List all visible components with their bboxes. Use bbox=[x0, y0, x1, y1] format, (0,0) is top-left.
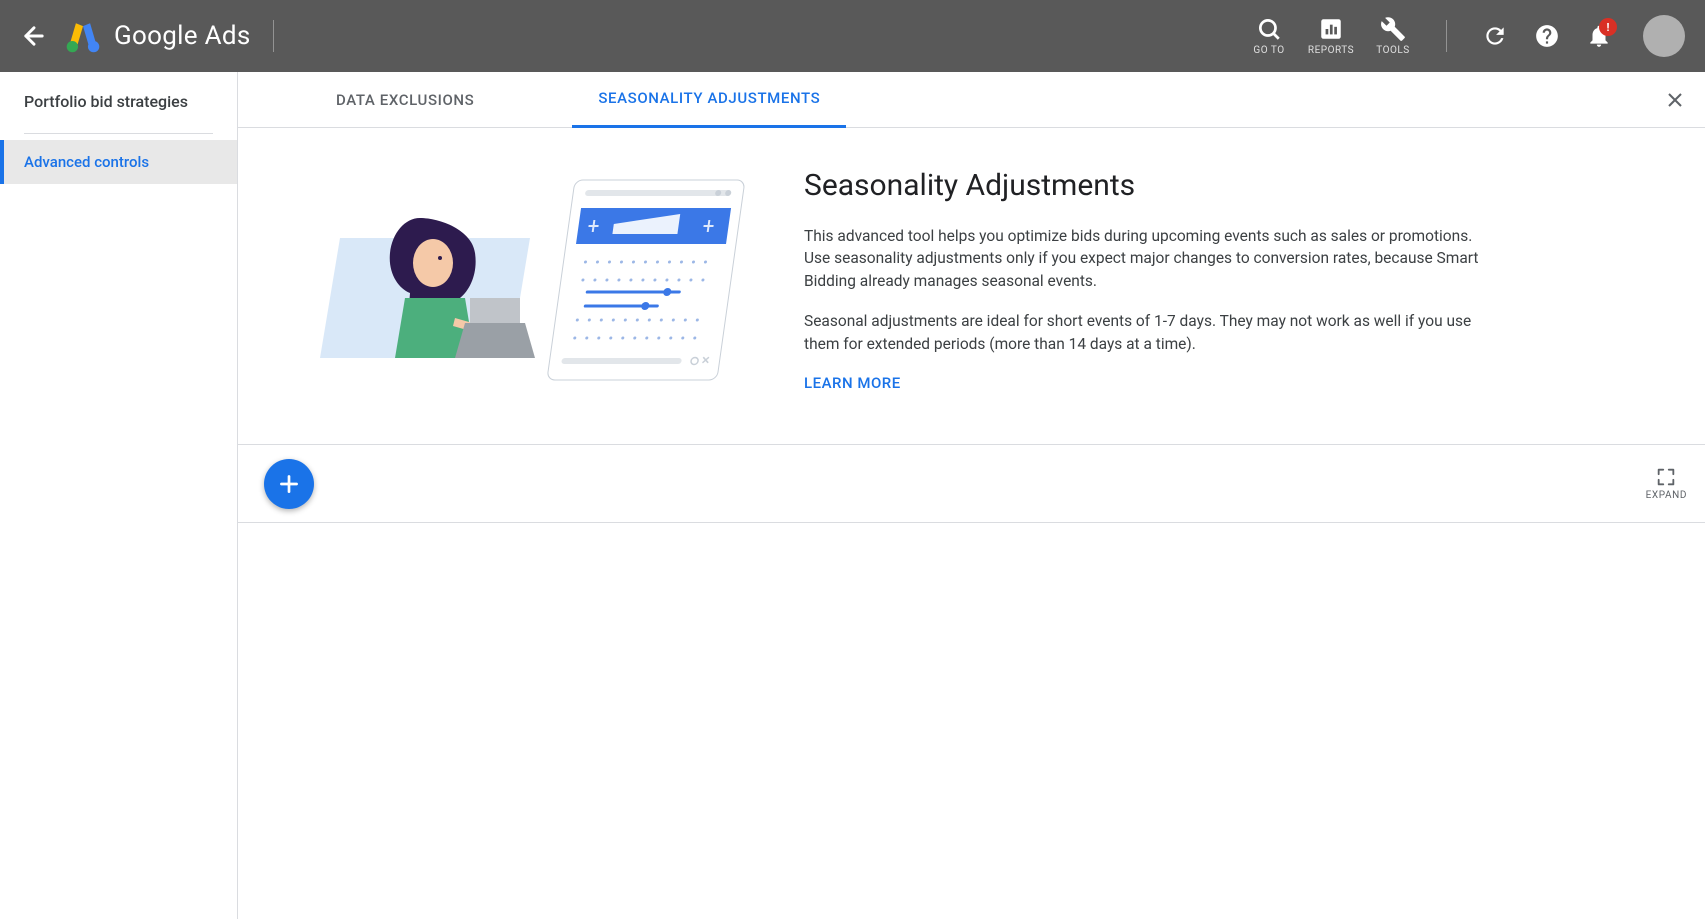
hero-paragraph-2: Seasonal adjustments are ideal for short… bbox=[804, 310, 1484, 355]
notifications-button[interactable]: ! bbox=[1577, 14, 1621, 58]
refresh-button[interactable] bbox=[1473, 14, 1517, 58]
app-header: Google Ads GO TO REPORTS TOOLS ! bbox=[0, 0, 1705, 72]
logo-block: Google Ads bbox=[66, 19, 251, 53]
tab-label: SEASONALITY ADJUSTMENTS bbox=[598, 89, 820, 107]
notification-badge: ! bbox=[1599, 18, 1617, 36]
body: Portfolio bid strategies Advanced contro… bbox=[0, 72, 1705, 919]
product-name: Google Ads bbox=[114, 21, 251, 51]
tab-label: DATA EXCLUSIONS bbox=[336, 91, 474, 109]
search-icon bbox=[1256, 16, 1282, 42]
sidebar-divider bbox=[24, 133, 213, 134]
expand-icon bbox=[1655, 466, 1677, 488]
tools-label: TOOLS bbox=[1376, 45, 1409, 56]
account-avatar[interactable] bbox=[1643, 15, 1685, 57]
table-toolbar: EXPAND bbox=[238, 445, 1705, 523]
header-right: GO TO REPORTS TOOLS ! bbox=[1238, 14, 1685, 58]
hero-section: Seasonality Adjustments This advanced to… bbox=[238, 128, 1705, 445]
hero-text: Seasonality Adjustments This advanced to… bbox=[804, 168, 1484, 392]
expand-button[interactable]: EXPAND bbox=[1646, 466, 1687, 501]
goto-label: GO TO bbox=[1253, 45, 1284, 56]
help-icon bbox=[1534, 23, 1560, 49]
back-button[interactable] bbox=[20, 22, 48, 50]
learn-more-link[interactable]: LEARN MORE bbox=[804, 374, 901, 392]
header-divider-2 bbox=[1446, 20, 1447, 52]
tools-button[interactable]: TOOLS bbox=[1362, 16, 1424, 56]
sidebar-item-label: Advanced controls bbox=[24, 153, 149, 171]
sidebar-item-advanced-controls[interactable]: Advanced controls bbox=[0, 140, 237, 184]
add-button[interactable] bbox=[264, 459, 314, 509]
reports-button[interactable]: REPORTS bbox=[1300, 16, 1362, 56]
sidebar: Portfolio bid strategies Advanced contro… bbox=[0, 72, 238, 919]
goto-button[interactable]: GO TO bbox=[1238, 16, 1300, 56]
reports-label: REPORTS bbox=[1308, 45, 1354, 56]
hero-paragraph-1: This advanced tool helps you optimize bi… bbox=[804, 225, 1484, 292]
close-icon bbox=[1663, 88, 1687, 112]
help-button[interactable] bbox=[1525, 14, 1569, 58]
plus-icon bbox=[276, 471, 302, 497]
tab-data-exclusions[interactable]: DATA EXCLUSIONS bbox=[310, 72, 500, 128]
sidebar-title: Portfolio bid strategies bbox=[0, 92, 237, 133]
close-panel-button[interactable] bbox=[1663, 88, 1687, 112]
header-divider bbox=[273, 20, 274, 52]
tabs: DATA EXCLUSIONS SEASONALITY ADJUSTMENTS bbox=[238, 72, 1705, 128]
tab-seasonality-adjustments[interactable]: SEASONALITY ADJUSTMENTS bbox=[572, 72, 846, 128]
expand-label: EXPAND bbox=[1646, 490, 1687, 501]
main: DATA EXCLUSIONS SEASONALITY ADJUSTMENTS bbox=[238, 72, 1705, 919]
refresh-icon bbox=[1482, 23, 1508, 49]
hero-illustration bbox=[310, 168, 750, 398]
hero-title: Seasonality Adjustments bbox=[804, 168, 1484, 203]
google-ads-logo-icon bbox=[66, 19, 100, 53]
wrench-icon bbox=[1380, 16, 1406, 42]
reports-icon bbox=[1318, 16, 1344, 42]
